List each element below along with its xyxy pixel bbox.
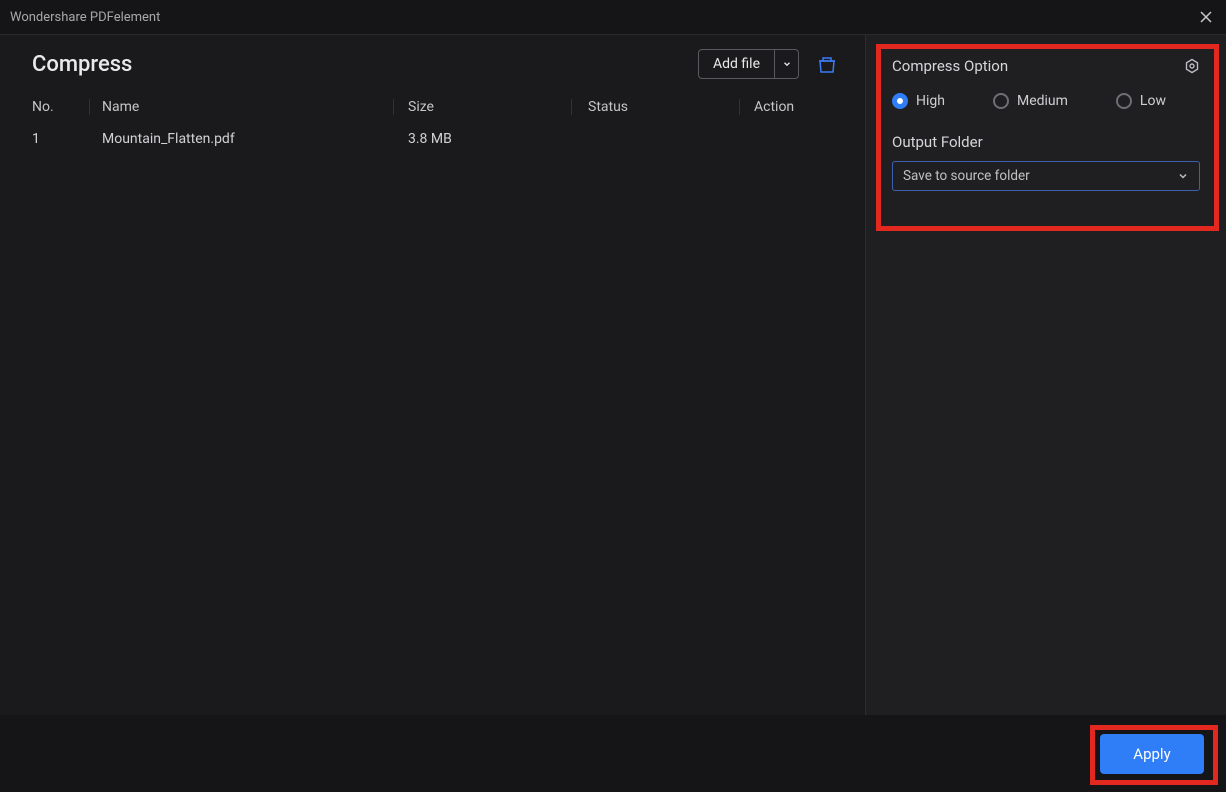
left-header: Compress Add file: [0, 35, 865, 89]
col-header-name: Name: [90, 99, 394, 115]
radio-medium-label: Medium: [1017, 93, 1068, 109]
radio-medium-indicator: [993, 93, 1009, 109]
compress-options: Compress Option High Medium: [866, 35, 1226, 191]
options-header: Compress Option: [892, 57, 1200, 75]
col-header-no: No.: [32, 99, 90, 115]
left-pane: Compress Add file No.: [0, 35, 866, 715]
workspace: Compress Add file No.: [0, 35, 1226, 715]
output-folder-label: Output Folder: [892, 133, 1200, 151]
compress-level-radios: High Medium Low: [892, 93, 1200, 109]
add-file-label[interactable]: Add file: [699, 50, 774, 78]
radio-high-indicator: [892, 93, 908, 109]
cell-name: Mountain_Flatten.pdf: [90, 131, 394, 147]
apply-button[interactable]: Apply: [1100, 734, 1204, 774]
titlebar: Wondershare PDFelement: [0, 0, 1226, 35]
clear-list-icon[interactable]: [817, 54, 837, 74]
radio-low-label: Low: [1140, 93, 1166, 109]
settings-icon[interactable]: [1184, 58, 1200, 74]
radio-medium[interactable]: Medium: [993, 93, 1068, 109]
footer: Apply: [0, 715, 1226, 792]
add-file-caret[interactable]: [774, 50, 798, 78]
col-header-action: Action: [740, 99, 865, 115]
table-row[interactable]: 1 Mountain_Flatten.pdf 3.8 MB: [0, 125, 865, 153]
options-title: Compress Option: [892, 57, 1008, 75]
header-actions: Add file: [698, 49, 837, 79]
close-icon[interactable]: [1198, 9, 1214, 25]
radio-high-label: High: [916, 93, 945, 109]
radio-low[interactable]: Low: [1116, 93, 1166, 109]
app-title: Wondershare PDFelement: [10, 10, 160, 25]
table-header: No. Name Size Status Action: [0, 89, 865, 125]
col-header-size: Size: [394, 99, 572, 115]
output-folder-dropdown[interactable]: Save to source folder: [892, 161, 1200, 191]
cell-status: [572, 131, 740, 147]
cell-no: 1: [32, 131, 90, 147]
add-file-button[interactable]: Add file: [698, 49, 799, 79]
cell-action: [740, 131, 865, 147]
radio-low-indicator: [1116, 93, 1132, 109]
cell-size: 3.8 MB: [394, 131, 572, 147]
page-title: Compress: [32, 52, 132, 77]
chevron-down-icon: [1177, 170, 1189, 182]
radio-high[interactable]: High: [892, 93, 945, 109]
right-pane: Compress Option High Medium: [866, 35, 1226, 715]
col-header-status: Status: [572, 99, 740, 115]
output-folder-value: Save to source folder: [903, 168, 1030, 184]
